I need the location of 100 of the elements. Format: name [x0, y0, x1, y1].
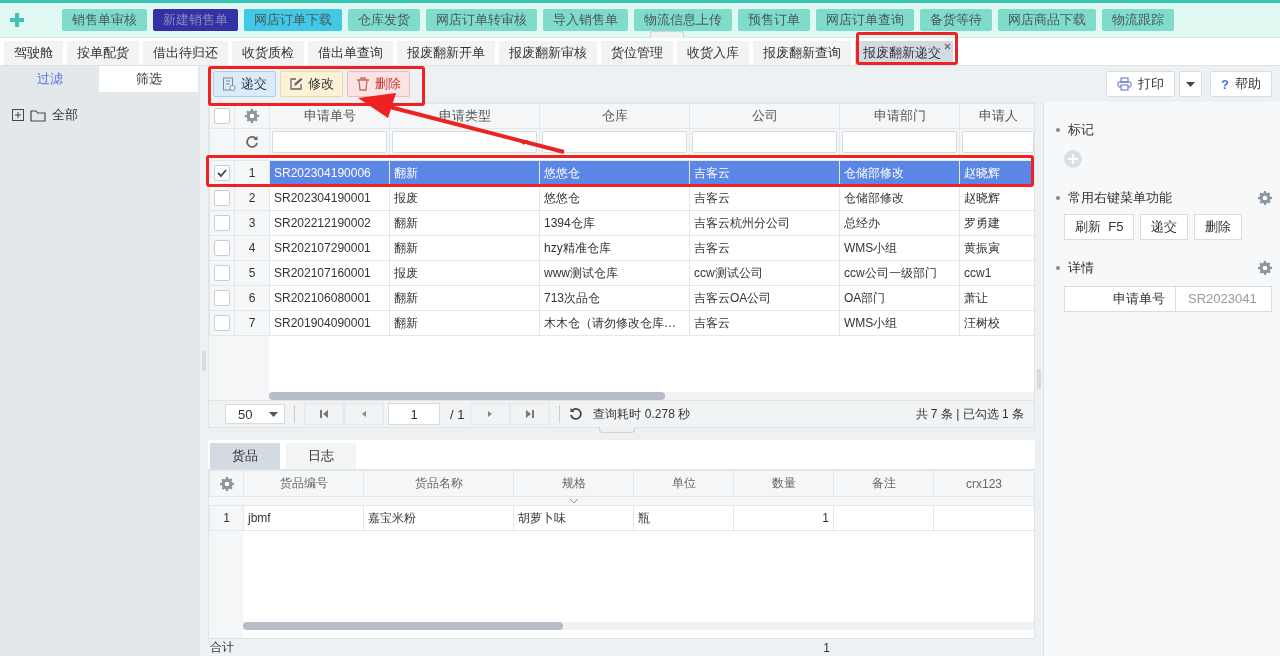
nav-button[interactable]: 网店订单下载 [244, 9, 342, 31]
section-title: 标记 [1068, 121, 1094, 139]
chevron-icon[interactable] [568, 498, 579, 504]
row-checkbox[interactable] [214, 190, 230, 206]
table-cell: SR202212190002 [269, 210, 390, 236]
row-checkbox[interactable] [214, 265, 230, 281]
table-cell: 翻新 [389, 310, 540, 336]
table-row[interactable]: 2 SR202304190001 报废 悠悠仓 吉客云 仓储部修改 赵晓辉 [209, 185, 1034, 211]
settings-icon[interactable] [219, 476, 234, 491]
menu-button[interactable]: 刷新 F5 [1064, 214, 1135, 240]
page-size-select[interactable]: 50 [225, 404, 285, 424]
row-checkbox[interactable] [214, 315, 230, 331]
horizontal-scrollbar[interactable] [243, 622, 1034, 630]
query-time: 查询耗时 0.278 秒 [593, 405, 691, 423]
tree-item[interactable]: 全部 [52, 106, 78, 124]
dropdown-button[interactable] [1179, 71, 1203, 97]
collapse-handle[interactable] [650, 31, 684, 38]
expand-icon[interactable] [12, 109, 24, 121]
checkbox[interactable] [214, 108, 230, 124]
menu-button[interactable]: 删除 [1194, 214, 1243, 240]
nav-button[interactable]: 网店订单查询 [816, 9, 914, 31]
add-icon[interactable] [1064, 150, 1082, 168]
column-header: 规格 [513, 470, 634, 497]
table-row[interactable]: 3 SR202212190002 翻新 1394仓库 吉客云杭州分公司 总经办 罗勇建 [209, 210, 1034, 236]
table-row[interactable]: 5 SR202107160001 报废 www测试仓库 ccw测试公司 ccw公司一级部门 ccw1 [209, 260, 1034, 286]
table-cell: 713次品仓 [539, 285, 690, 311]
table-cell: 仓储部修改 [839, 160, 960, 186]
plus-icon[interactable] [10, 13, 24, 27]
row-checkbox[interactable] [214, 215, 230, 231]
menu-button[interactable]: 递交 [1140, 214, 1189, 240]
last-page-button[interactable] [510, 403, 551, 425]
page-tab[interactable]: 驾驶舱 [4, 41, 63, 65]
filter-field[interactable] [272, 131, 387, 153]
nav-button[interactable]: 预售订单 [738, 9, 810, 31]
table-cell: hzy精准仓库 [539, 235, 690, 261]
field-label: 申请单号 [1065, 287, 1176, 311]
filter-field[interactable] [842, 131, 957, 153]
page-tab[interactable]: 收货质检 [232, 41, 304, 65]
row-checkbox[interactable] [214, 165, 230, 181]
row-checkbox[interactable] [214, 290, 230, 306]
help-button[interactable]: ? 帮助 [1210, 71, 1272, 97]
table-row[interactable]: 7 SR201904090001 翻新 木木仓（请勿修改仓库… 吉客云 WMS小组 汪树校 [209, 310, 1034, 336]
nav-button[interactable]: 仓库发货 [348, 9, 420, 31]
table-cell: SR202106080001 [269, 285, 390, 311]
settings-icon[interactable] [1258, 261, 1272, 275]
table-cell: 吉客云 [689, 185, 840, 211]
row-number: 1 [209, 505, 244, 531]
nav-button[interactable]: 网店订单转审核 [426, 9, 537, 31]
filter-field[interactable] [542, 131, 687, 153]
first-page-button[interactable] [304, 403, 344, 425]
print-button[interactable]: 打印 [1106, 71, 1176, 97]
total-label: 合计 [210, 639, 234, 656]
table-row[interactable]: 1 SR202304190006 翻新 悠悠仓 吉客云 仓储部修改 赵晓辉 [209, 160, 1034, 186]
table-cell: SR201904090001 [269, 310, 390, 336]
collapse-handle[interactable] [599, 427, 635, 433]
page-tab[interactable]: 收货入库 [677, 41, 749, 65]
settings-icon[interactable] [245, 109, 259, 123]
page-tab[interactable]: 按单配货 [67, 41, 139, 65]
detail-tab[interactable]: 日志 [286, 443, 356, 469]
column-header: 仓库 [539, 103, 690, 129]
page-tab[interactable]: 货位管理 [601, 41, 673, 65]
close-icon[interactable] [944, 43, 951, 50]
horizontal-scrollbar[interactable] [269, 392, 1034, 400]
page-tab[interactable]: 报废翻新查询 [753, 41, 851, 65]
toolbar-button[interactable]: 删除 [347, 71, 410, 97]
page-tab[interactable]: 报废翻新审核 [499, 41, 597, 65]
page-tab[interactable]: 报废翻新开单 [397, 41, 495, 65]
page-field[interactable]: 1 [388, 403, 440, 425]
folder-icon [30, 108, 46, 122]
table-cell: ccw公司一级部门 [839, 260, 960, 286]
table-row[interactable]: 4 SR202107290001 翻新 hzy精准仓库 吉客云 WMS小组 黄振寅 [209, 235, 1034, 261]
table-cell: WMS小组 [839, 310, 960, 336]
row-checkbox[interactable] [214, 240, 230, 256]
nav-button[interactable]: 网店商品下载 [998, 9, 1096, 31]
table-row[interactable]: 6 SR202106080001 翻新 713次品仓 吉客云OA公司 OA部门 萧让 [209, 285, 1034, 311]
detail-tab[interactable]: 货品 [210, 443, 280, 469]
field-value: SR2023041 [1187, 290, 1258, 308]
nav-button[interactable]: 物流信息上传 [634, 9, 732, 31]
nav-button[interactable]: 导入销售单 [543, 9, 628, 31]
table-cell: 悠悠仓 [539, 160, 690, 186]
nav-button[interactable]: 销售单审核 [62, 9, 147, 31]
check-icon [217, 169, 227, 177]
section-title: 常用右键菜单功能 [1068, 189, 1172, 207]
page-tab[interactable]: 报废翻新递交 [855, 41, 953, 65]
refresh-icon[interactable] [245, 135, 259, 149]
table-cell: WMS小组 [839, 235, 960, 261]
toolbar-button[interactable]: 递交 [213, 71, 276, 97]
filter-select[interactable] [392, 131, 537, 153]
settings-icon[interactable] [1258, 191, 1272, 205]
toolbar-button[interactable]: 修改 [280, 71, 343, 97]
refresh-icon[interactable] [569, 407, 584, 421]
page-tab[interactable]: 借出单查询 [308, 41, 393, 65]
nav-button[interactable]: 备货等待 [920, 9, 992, 31]
filter-field[interactable] [962, 131, 1034, 153]
table-cell: 翻新 [389, 210, 540, 236]
filter-tab[interactable]: 筛选 [99, 66, 198, 92]
page-tab[interactable]: 借出待归还 [143, 41, 228, 65]
nav-button[interactable]: 物流跟踪 [1102, 9, 1174, 31]
filter-field[interactable] [692, 131, 837, 153]
table-cell: 1394仓库 [539, 210, 690, 236]
